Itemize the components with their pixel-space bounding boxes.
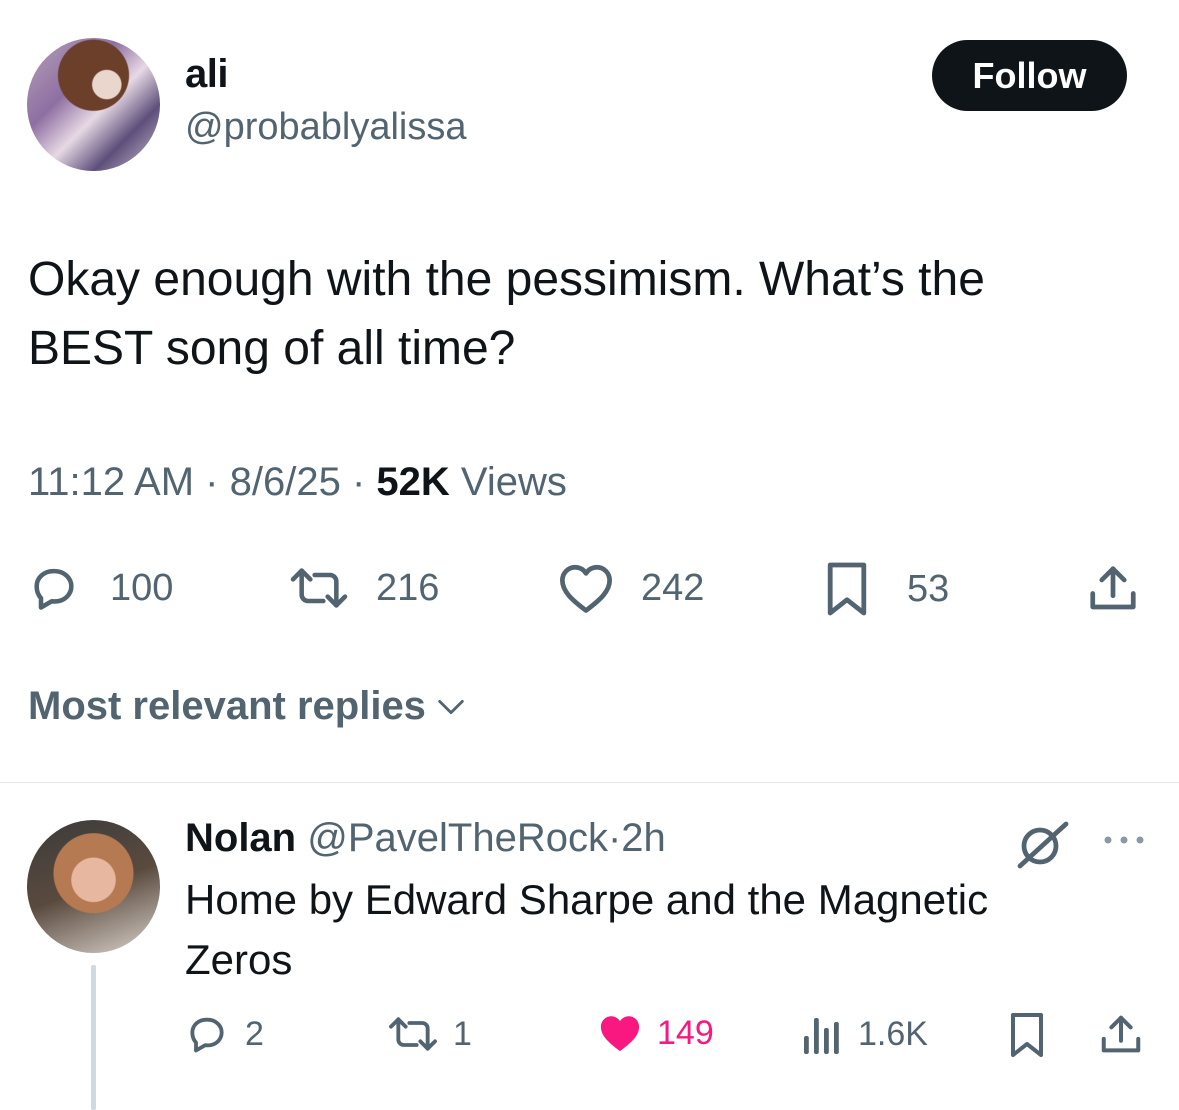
reply-retweet-action[interactable]: 1 xyxy=(385,1012,472,1056)
reply-text: Home by Edward Sharpe and the Magnetic Z… xyxy=(185,870,1085,990)
share-icon xyxy=(1090,566,1136,610)
reply-text-line-2: Zeros xyxy=(185,936,293,983)
author-avatar[interactable] xyxy=(27,38,160,171)
chevron-down-icon xyxy=(438,699,464,714)
author-name[interactable]: ali xyxy=(185,52,228,97)
tweet-time[interactable]: 11:12 AM xyxy=(28,460,194,504)
share-action[interactable] xyxy=(1086,562,1140,616)
tweet-text-line-1: Okay enough with the pessimism. What’s t… xyxy=(28,253,985,306)
views-icon xyxy=(804,1018,839,1054)
reply-views-count: 1.6K xyxy=(858,1014,928,1053)
tweet-text-line-2: BEST song of all time? xyxy=(28,322,516,375)
share-icon xyxy=(1101,1015,1141,1053)
more-icon xyxy=(1104,836,1144,844)
like-icon xyxy=(560,564,612,613)
reply-time[interactable]: 2h xyxy=(621,816,666,860)
reply-share-action[interactable] xyxy=(1098,1012,1144,1058)
follow-button[interactable]: Follow xyxy=(932,40,1127,111)
reply-reply-action[interactable]: 2 xyxy=(185,1012,264,1056)
grok-button[interactable] xyxy=(1012,818,1072,875)
reply-icon xyxy=(190,1017,224,1053)
bookmark-count: 53 xyxy=(907,567,950,610)
replies-sort-dropdown[interactable]: Most relevant replies xyxy=(28,684,468,729)
reply-action[interactable]: 100 xyxy=(28,562,173,614)
reply-author-handle[interactable]: @PavelTheRock xyxy=(307,816,608,860)
reply-count: 100 xyxy=(110,566,174,609)
reply-retweet-count: 1 xyxy=(453,1014,472,1053)
views-label: Views xyxy=(460,460,567,504)
views-count: 52K xyxy=(376,460,461,504)
grok-icon xyxy=(1017,821,1069,869)
reply-text-line-1: Home by Edward Sharpe and the Magnetic xyxy=(185,876,989,923)
bookmark-icon xyxy=(827,562,867,616)
reply-author-name[interactable]: Nolan xyxy=(185,816,307,860)
reply-separator: · xyxy=(607,816,622,860)
like-count: 242 xyxy=(641,566,705,609)
like-icon xyxy=(600,1016,640,1052)
reply-author-line: Nolan @PavelTheRock·2h xyxy=(185,816,666,861)
reply-like-action[interactable]: 149 xyxy=(597,1012,714,1054)
retweet-count: 216 xyxy=(376,566,440,609)
retweet-icon xyxy=(389,1017,437,1051)
meta-separator: · xyxy=(351,460,377,504)
thread-connector-line xyxy=(91,965,96,1110)
reply-like-count: 149 xyxy=(657,1013,714,1052)
like-action[interactable]: 242 xyxy=(557,562,704,614)
tweet-date[interactable]: 8/6/25 xyxy=(230,460,341,504)
bookmark-action[interactable]: 53 xyxy=(823,560,949,618)
author-handle[interactable]: @probablyalissa xyxy=(185,106,467,149)
tweet-meta: 11:12 AM · 8/6/25 · 52K Views xyxy=(28,460,567,505)
reply-views-action[interactable]: 1.6K xyxy=(802,1012,928,1056)
more-options-button[interactable] xyxy=(1100,828,1148,857)
retweet-action[interactable]: 216 xyxy=(286,562,439,614)
reply-icon xyxy=(34,568,74,610)
reply-bookmark-action[interactable] xyxy=(1007,1010,1047,1060)
replies-sort-label: Most relevant replies xyxy=(28,684,426,728)
tweet-text: Okay enough with the pessimism. What’s t… xyxy=(28,245,1128,383)
reply-reply-count: 2 xyxy=(245,1014,264,1053)
retweet-icon xyxy=(290,568,348,608)
bookmark-icon xyxy=(1011,1013,1043,1057)
reply-author-avatar[interactable] xyxy=(27,820,160,953)
divider xyxy=(0,782,1179,783)
meta-separator: · xyxy=(205,460,230,504)
